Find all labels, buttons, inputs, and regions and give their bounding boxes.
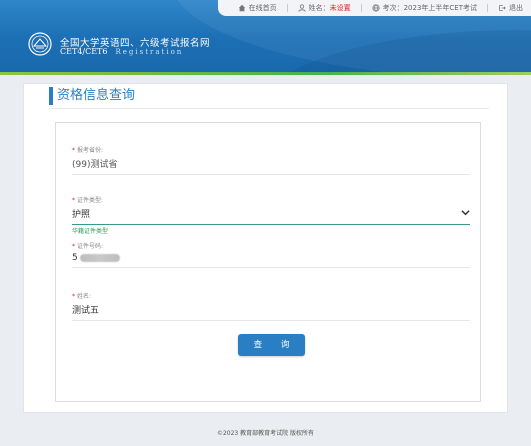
id-number-value: 5 [72, 253, 78, 263]
logout-icon [499, 5, 506, 11]
globe-icon [371, 4, 380, 12]
id-type-selected: 护照 [72, 210, 91, 220]
logout-link[interactable]: 退出 [498, 3, 523, 13]
id-type-hint: 华籍证件类型 [72, 228, 109, 235]
name-field[interactable]: * 姓名: 测试五 [72, 291, 470, 321]
id-number-label: * 证件号码: [72, 243, 104, 250]
name-label: 姓名： [308, 4, 330, 12]
user-icon [297, 4, 306, 12]
title-divider [49, 108, 489, 109]
province-value: (99)测试省 [72, 157, 470, 175]
main-panel: 资格信息查询 * 报考省份: (99)测试省 * 证件类型: 护照 华籍证件类型 *… [23, 83, 508, 413]
user-name-info: 姓名： 未设置 [297, 3, 351, 13]
exam-session-info: 考次： 2023年上半年CET考试 [371, 3, 477, 13]
province-field: * 报考省份: (99)测试省 [72, 145, 470, 175]
home-link[interactable]: 在线首页 [238, 3, 277, 13]
query-form: * 报考省份: (99)测试省 * 证件类型: 护照 华籍证件类型 * 证件号码: 5… [55, 122, 481, 402]
id-type-label: * 证件类型: [72, 197, 104, 204]
site-title-registration: Registration [115, 48, 184, 56]
exam-value: 2023年上半年CET考试 [403, 4, 477, 12]
home-icon [238, 4, 245, 12]
site-title-cet: CET4/CET6 [60, 47, 108, 56]
header: 在线首页 姓名： 未设置 考次： 2023年上半年CET考试 退出 全国大学英语… [0, 0, 531, 72]
name-value: 未设置 [329, 4, 351, 12]
province-label: * 报考省份: [72, 147, 104, 154]
site-title-en: CET4/CET6 Registration [60, 47, 183, 56]
query-button[interactable]: 查 询 [238, 334, 305, 356]
redacted-mask [79, 253, 120, 262]
divider [360, 4, 362, 12]
top-user-bar: 在线首页 姓名： 未设置 考次： 2023年上半年CET考试 退出 [218, 0, 531, 16]
cet-logo-icon [28, 32, 52, 56]
name-field-label: * 姓名: [72, 293, 92, 300]
id-type-field[interactable]: * 证件类型: 护照 [72, 195, 470, 225]
divider [286, 4, 288, 12]
logout-label: 退出 [509, 4, 523, 12]
chevron-down-icon[interactable] [461, 209, 470, 216]
id-type-select[interactable]: 护照 [72, 207, 470, 225]
divider [487, 4, 488, 12]
home-link-label: 在线首页 [248, 4, 277, 12]
name-input[interactable]: 测试五 [72, 303, 470, 321]
id-number-input[interactable]: 5 [72, 253, 470, 268]
header-accent-line [0, 72, 531, 75]
footer-copyright: ©2023 教育部教育考试院 版权所有 [216, 430, 315, 437]
page-title: 资格信息查询 [49, 87, 135, 105]
exam-label: 考次： [382, 4, 404, 12]
id-number-field[interactable]: * 证件号码: 5 [72, 241, 470, 268]
